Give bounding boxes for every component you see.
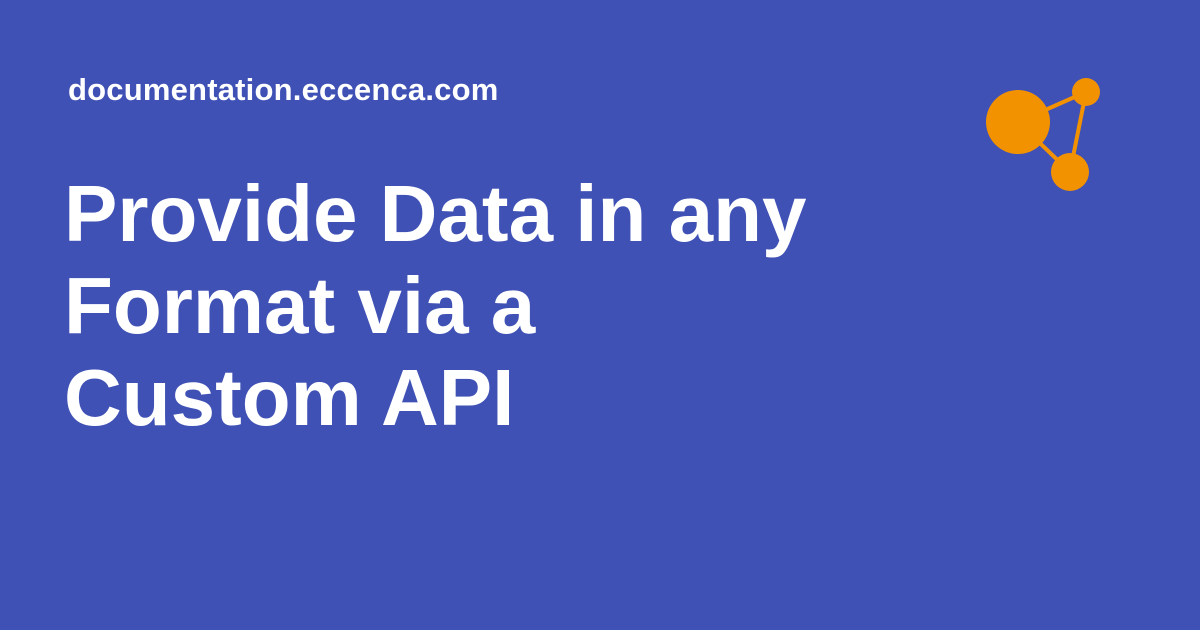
page-title: Provide Data in any Format via a Custom … — [64, 168, 924, 444]
network-graph-icon — [986, 78, 1100, 191]
page-title-line-2: Format via a — [64, 261, 536, 350]
page-title-line-1: Provide Data in any — [64, 169, 807, 258]
social-card: documentation.eccenca.com Provide Data i… — [0, 0, 1200, 630]
site-url: documentation.eccenca.com — [68, 72, 499, 107]
page-title-line-3: Custom API — [64, 353, 515, 442]
